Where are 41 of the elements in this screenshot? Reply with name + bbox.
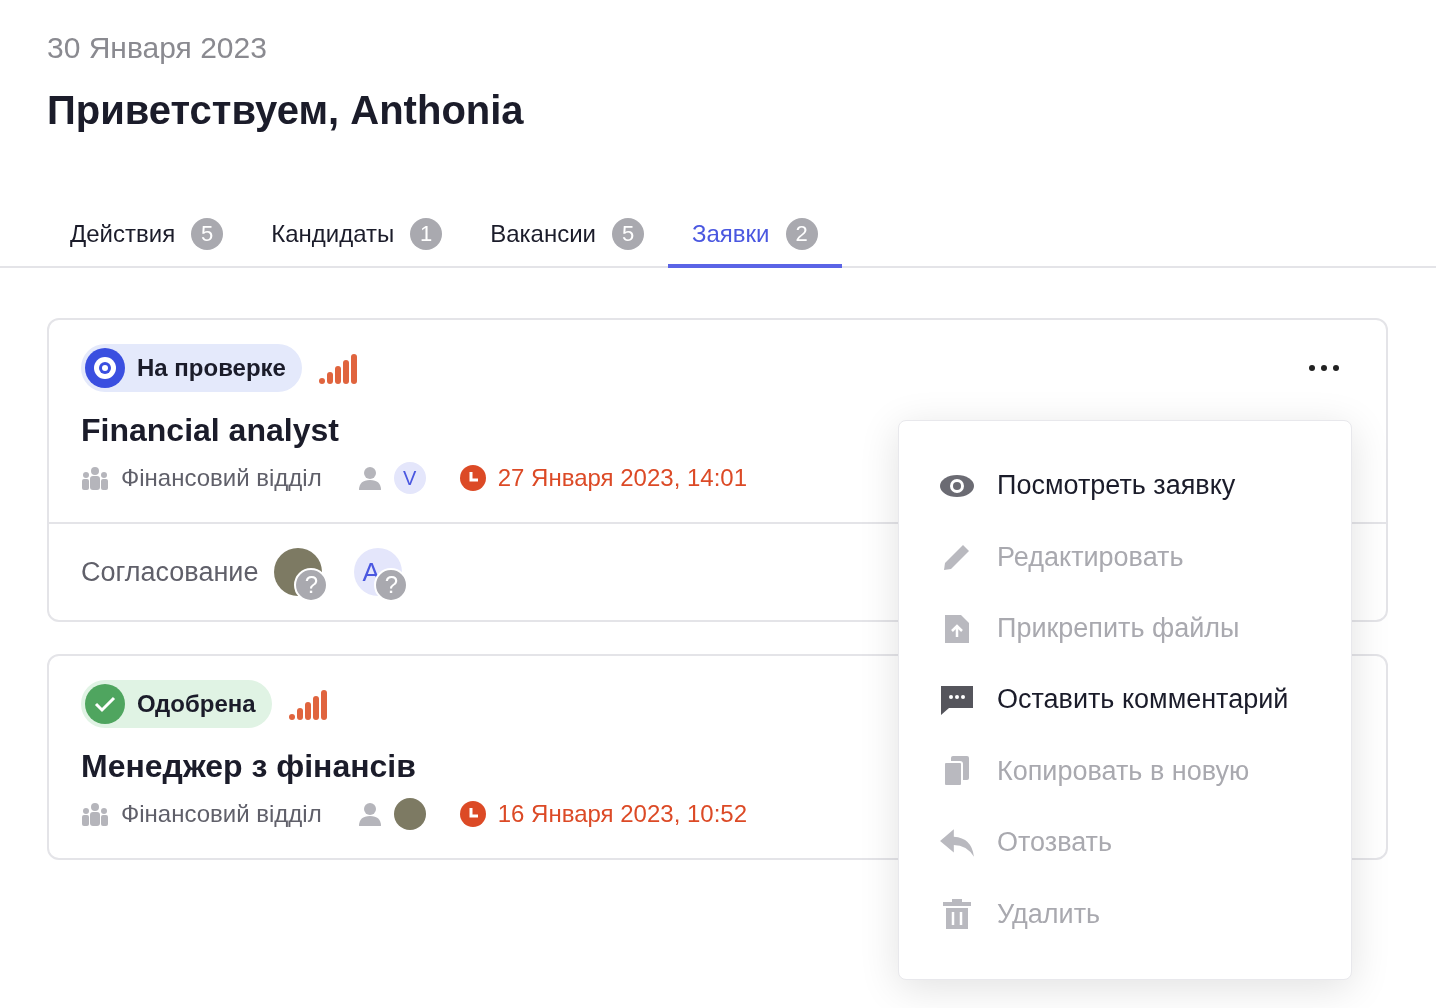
deadline-text: 16 Января 2023, 10:52 [497, 800, 748, 828]
department-label: Фінансовий відділ [121, 464, 322, 492]
count-badge: 5 [612, 218, 644, 250]
comment-icon [939, 683, 975, 716]
tab-label: Заявки [692, 220, 770, 248]
eye-icon [85, 348, 125, 388]
greeting-heading: Приветствуем, Anthonia [47, 88, 525, 132]
tab[interactable]: Действия 5 [46, 204, 248, 268]
tab-label: Действия [70, 220, 176, 248]
status-label: Одобрена [137, 690, 256, 718]
date-label: 30 Января 2023 [47, 30, 268, 66]
deadline-text: 27 Января 2023, 14:01 [497, 464, 748, 492]
approval-label: Согласование [81, 556, 259, 588]
tab-label: Вакансии [490, 220, 596, 248]
count-badge: 5 [191, 218, 224, 250]
avatar-initials: V [393, 462, 426, 494]
more-dots-icon [1308, 364, 1340, 372]
request-title: Менеджер з фінансів [81, 747, 416, 786]
reply-arrow-icon [939, 826, 975, 859]
department-label: Фінансовий відділ [121, 800, 322, 828]
count-badge: 2 [785, 218, 818, 250]
avatar-photo-placeholder [393, 798, 426, 830]
tab[interactable]: Кандидаты 1 [247, 204, 467, 268]
tab-label: Кандидаты [271, 220, 395, 248]
priority-bars-icon [287, 688, 328, 720]
person-icon [357, 800, 382, 828]
request-title: Financial analyst [81, 411, 339, 450]
menu-item[interactable]: Оставить комментарий [899, 664, 1351, 736]
checkmark-icon [85, 684, 125, 724]
people-icon [81, 802, 109, 826]
tab[interactable]: Вакансии 5 [466, 204, 668, 268]
people-icon [81, 466, 109, 490]
count-badge: 1 [410, 218, 443, 250]
priority-bars-icon [317, 352, 358, 384]
menu-item[interactable]: Посмотреть заявку [899, 450, 1351, 522]
person-icon [357, 464, 382, 492]
tab[interactable]: Заявки 2 [668, 204, 842, 268]
status-label: На проверке [137, 354, 286, 382]
clock-icon [459, 465, 486, 491]
clock-icon [459, 801, 486, 827]
question-badge: ? [294, 568, 329, 602]
